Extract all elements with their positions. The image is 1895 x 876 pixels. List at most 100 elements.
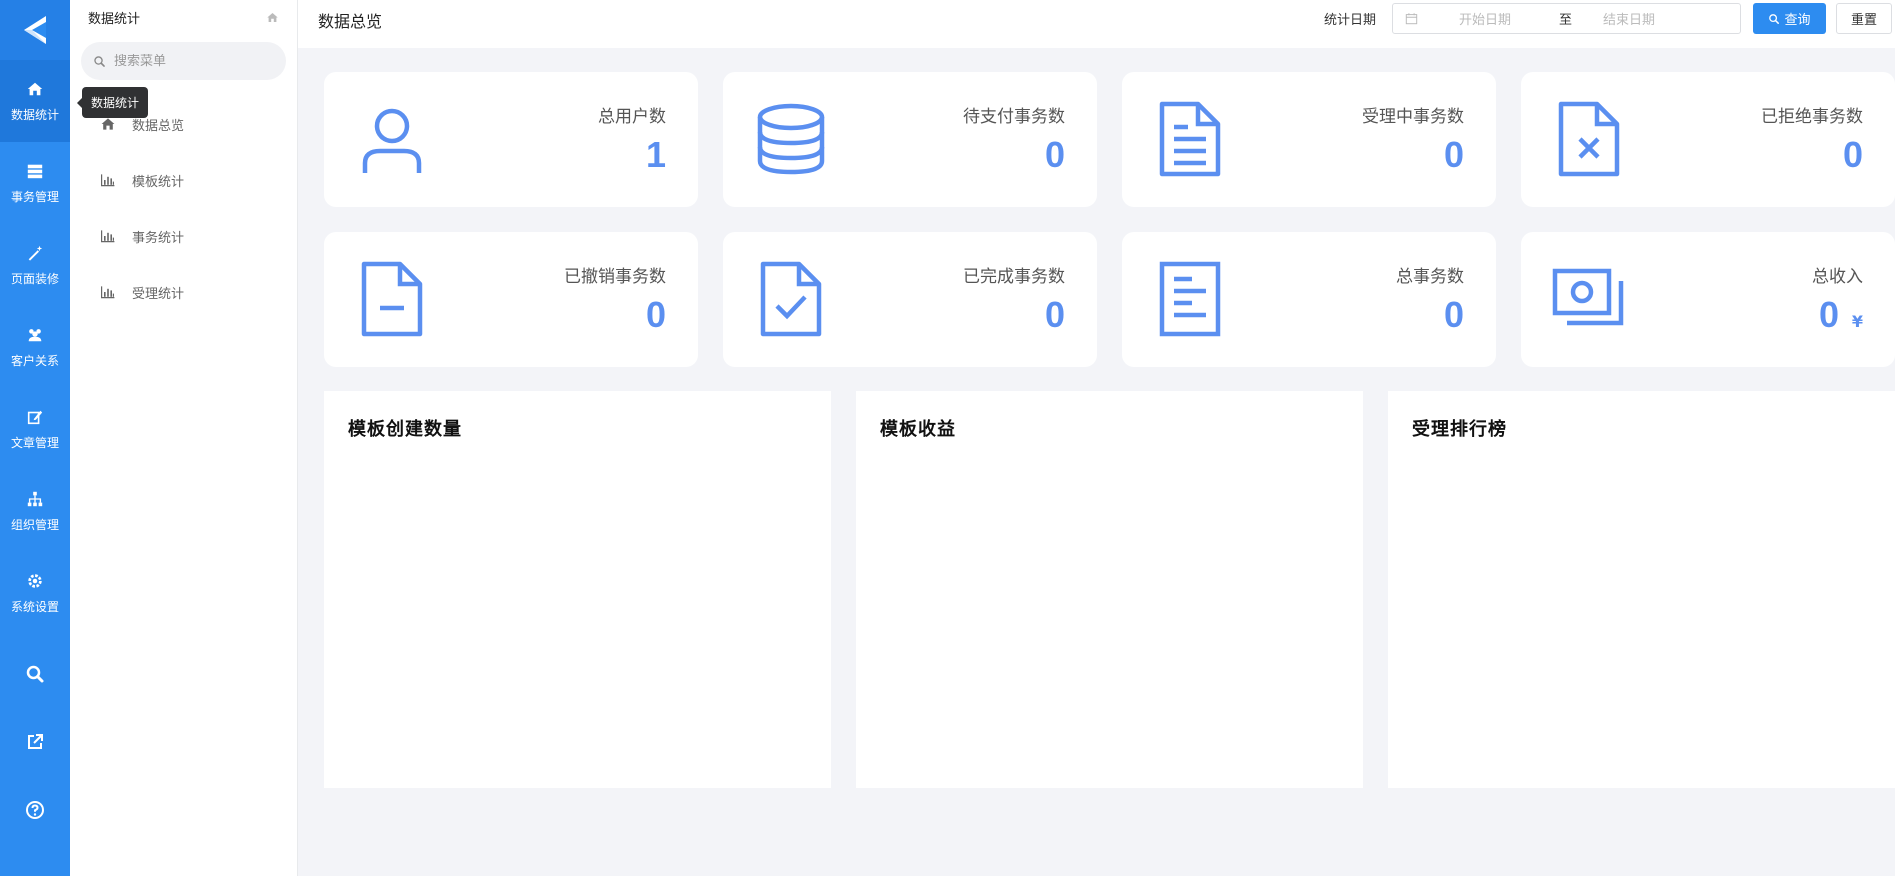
panel-template-count: 模板创建数量	[324, 391, 831, 788]
rail-item-label: 数据统计	[10, 107, 59, 122]
search-icon	[94, 55, 105, 67]
rail-item-affairs[interactable]: 事务管理	[0, 142, 70, 224]
file-minus-icon	[361, 261, 423, 337]
rail-item-settings[interactable]: 系统设置	[0, 552, 70, 634]
submenu-item-acceptance-stats[interactable]: 受理统计	[70, 264, 297, 320]
rail-item-customers[interactable]: 客户关系	[0, 306, 70, 388]
stat-label: 已拒绝事务数	[1761, 107, 1863, 127]
search-icon	[1769, 13, 1780, 24]
stat-card-total-income: 总收入 0 ¥	[1521, 232, 1895, 367]
stat-label: 总事务数	[1396, 267, 1464, 287]
date-separator: 至	[1559, 13, 1573, 28]
magic-wand-icon	[28, 245, 43, 261]
bar-chart-icon	[101, 230, 115, 243]
start-date-field[interactable]: 开始日期	[1459, 9, 1511, 28]
submenu-title: 数据统计	[88, 11, 141, 27]
stat-label: 待支付事务数	[963, 107, 1065, 127]
server-icon	[27, 164, 43, 178]
sitemap-icon	[27, 491, 43, 506]
file-lines-icon	[1159, 261, 1221, 337]
rail-search-button[interactable]	[0, 654, 70, 694]
submenu-item-label: 模板统计	[132, 174, 185, 190]
date-filter-label: 统计日期	[1324, 13, 1377, 28]
panel-title: 受理排行榜	[1412, 419, 1507, 440]
end-date-field[interactable]: 结束日期	[1603, 9, 1655, 28]
submenu-item-label: 事务统计	[132, 230, 185, 246]
stat-card-rejected: 已拒绝事务数 0	[1521, 72, 1895, 207]
stat-value: 0	[645, 294, 666, 335]
home-icon	[27, 82, 43, 95]
stat-label: 受理中事务数	[1362, 107, 1464, 127]
bar-chart-icon	[101, 174, 115, 187]
stat-value: 0	[1818, 294, 1839, 335]
bar-chart-icon	[101, 286, 115, 299]
reset-button[interactable]: 重置	[1836, 3, 1892, 34]
stat-card-completed: 已完成事务数 0	[723, 232, 1097, 367]
stat-card-total-users: 总用户数 1	[324, 72, 698, 207]
rail-help-button[interactable]	[0, 790, 70, 830]
menu-search[interactable]	[81, 42, 286, 80]
query-button[interactable]: 查询	[1753, 3, 1826, 34]
stat-value: 0	[1842, 134, 1863, 175]
database-icon	[757, 103, 825, 175]
stat-value: 1	[645, 134, 666, 175]
rail-item-label: 组织管理	[10, 517, 59, 532]
stat-label: 已完成事务数	[963, 267, 1065, 287]
submenu-list: 数据总览 模板统计 事务统计 受理统计	[70, 96, 297, 320]
rail-item-label: 事务管理	[10, 189, 59, 204]
rail-item-stats[interactable]: 数据统计	[0, 60, 70, 142]
panel-template-revenue: 模板收益	[856, 391, 1363, 788]
page-title: 数据总览	[318, 12, 383, 31]
stat-value: 0	[1443, 134, 1464, 175]
help-icon	[26, 801, 44, 819]
search-icon	[26, 665, 44, 683]
stat-label: 总收入	[1812, 267, 1863, 287]
panel-title: 模板创建数量	[348, 419, 462, 440]
submenu-item-label: 受理统计	[132, 286, 185, 302]
stat-card-cancelled: 已撤销事务数 0	[324, 232, 698, 367]
menu-search-input[interactable]	[114, 53, 274, 69]
stat-card-total-affairs: 总事务数 0	[1122, 232, 1496, 367]
rail-item-label: 文章管理	[10, 435, 59, 450]
file-check-icon	[760, 261, 822, 337]
query-button-label: 查询	[1784, 13, 1811, 28]
logo-icon	[24, 16, 46, 44]
rail-item-label: 客户关系	[10, 353, 59, 368]
rail-external-link-button[interactable]	[0, 722, 70, 762]
file-text-icon	[1159, 101, 1221, 177]
home-icon[interactable]	[266, 11, 279, 24]
user-icon	[362, 108, 422, 173]
panel-title: 模板收益	[880, 419, 956, 440]
stat-card-in-progress: 受理中事务数 0	[1122, 72, 1496, 207]
users-icon	[28, 328, 42, 341]
rail-item-articles[interactable]: 文章管理	[0, 388, 70, 470]
submenu-item-template-stats[interactable]: 模板统计	[70, 152, 297, 208]
stat-value: 0	[1443, 294, 1464, 335]
rail-item-organization[interactable]: 组织管理	[0, 470, 70, 552]
money-icon	[1552, 268, 1624, 326]
file-x-icon	[1558, 101, 1620, 177]
stat-value: 0	[1044, 294, 1065, 335]
home-icon	[101, 118, 115, 130]
panel-acceptance-ranking: 受理排行榜	[1388, 391, 1895, 788]
gear-icon	[28, 573, 42, 588]
external-link-icon	[28, 734, 43, 749]
main-nav-rail: 数据统计 事务管理 页面装修 客户关系 文章管理 组织管理 系统设置	[0, 0, 70, 876]
stat-value: 0	[1044, 134, 1065, 175]
calendar-icon	[1405, 13, 1418, 25]
rail-item-label: 系统设置	[10, 599, 59, 614]
secondary-menu: 数据统计 数据总览 模板统计 事务统计 受理统计	[70, 0, 298, 876]
app-logo[interactable]	[0, 0, 70, 60]
currency-unit: ¥	[1851, 312, 1863, 331]
stat-label: 总用户数	[598, 107, 666, 127]
rail-item-label: 页面装修	[10, 271, 59, 286]
top-header: 数据总览 统计日期 开始日期 至 结束日期 查询 重置	[298, 0, 1895, 48]
submenu-item-affair-stats[interactable]: 事务统计	[70, 208, 297, 264]
nav-tooltip: 数据统计	[76, 87, 149, 118]
date-range-picker[interactable]: 开始日期 至 结束日期	[1392, 3, 1741, 34]
edit-icon	[27, 410, 43, 424]
submenu-header: 数据统计	[70, 0, 297, 34]
stat-card-pending-payment: 待支付事务数 0	[723, 72, 1097, 207]
stat-label: 已撤销事务数	[564, 267, 666, 287]
rail-item-page-design[interactable]: 页面装修	[0, 224, 70, 306]
